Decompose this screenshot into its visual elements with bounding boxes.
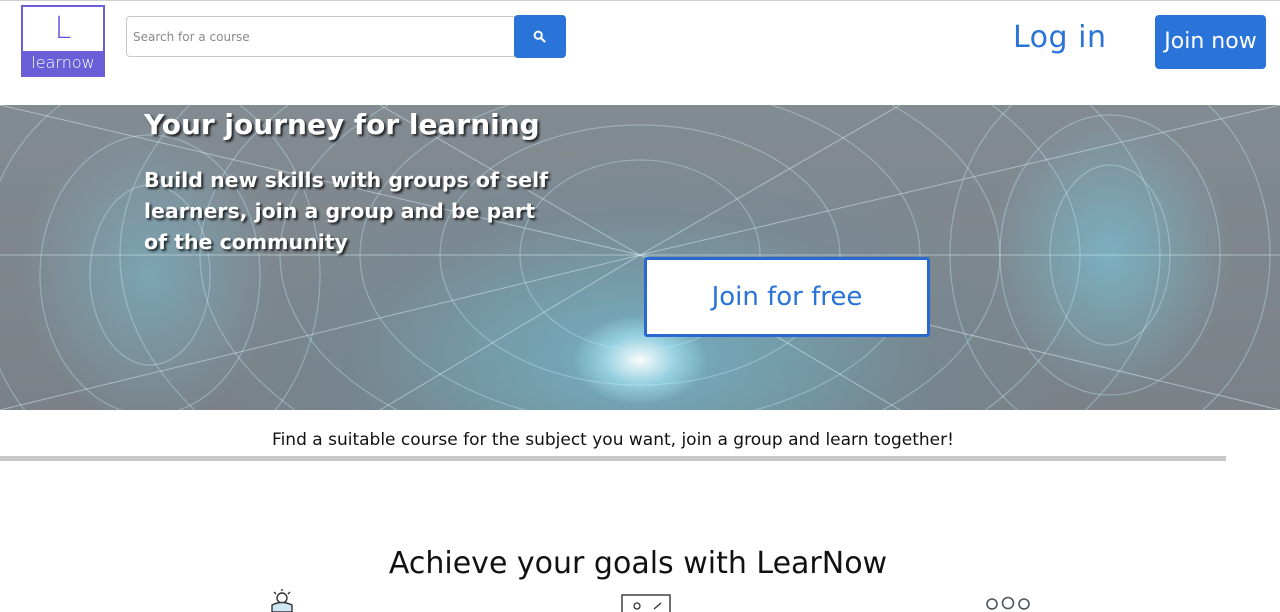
idea-bulb-icon: [271, 589, 293, 612]
hero-banner: Your journey for learning Build new skil…: [0, 105, 1280, 410]
certificate-icon: [621, 594, 671, 612]
search-input[interactable]: [126, 16, 515, 57]
hero-subtitle: Build new skills with groups of self lea…: [144, 168, 549, 254]
section-divider: [0, 456, 1226, 461]
join-now-button[interactable]: Join now: [1155, 15, 1266, 69]
goals-heading: Achieve your goals with LearNow: [388, 546, 888, 581]
login-link[interactable]: Log in: [1013, 20, 1106, 55]
join-for-free-button[interactable]: Join for free: [644, 257, 930, 337]
header-top-border: [0, 0, 1280, 1]
search-icon: [533, 30, 546, 43]
site-logo[interactable]: L learnow: [21, 5, 105, 77]
hero-title: Your journey for learning: [144, 108, 540, 141]
logo-wordmark: learnow: [23, 51, 103, 75]
group-icon: [986, 596, 1030, 610]
tagline: Find a suitable course for the subject y…: [272, 430, 954, 450]
search-button[interactable]: [514, 15, 566, 58]
logo-letter: L: [54, 11, 72, 46]
